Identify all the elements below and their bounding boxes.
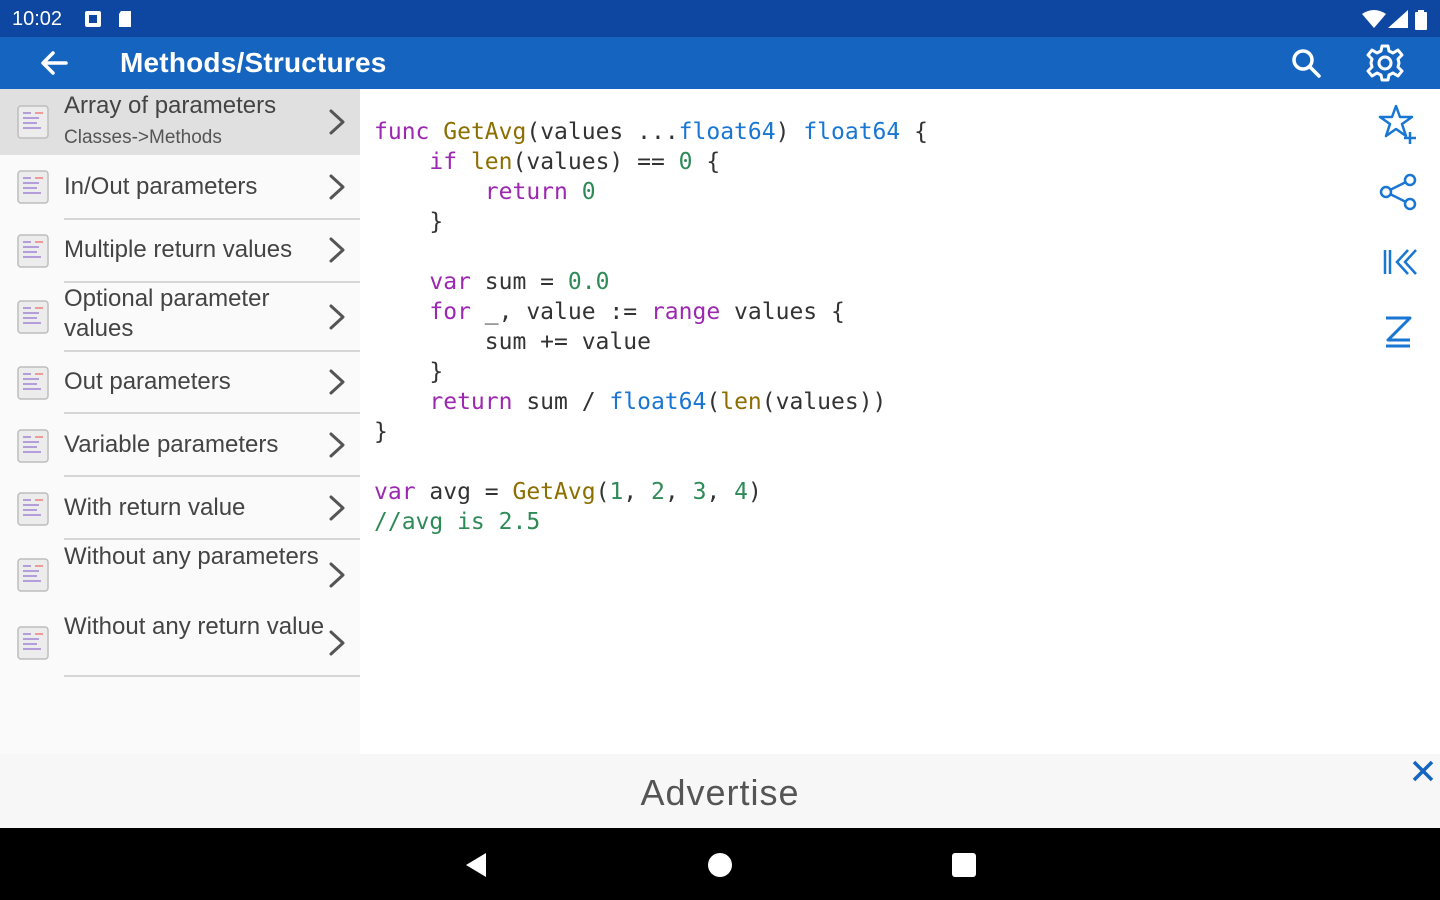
document-icon bbox=[17, 170, 49, 204]
code-line: func GetAvg(values ...float64) float64 { bbox=[374, 119, 928, 145]
code-line: } bbox=[374, 209, 444, 235]
document-icon bbox=[17, 234, 49, 268]
code-line: var sum = 0.0 bbox=[429, 269, 610, 295]
list-item-label: Array of parameters bbox=[64, 92, 277, 119]
topic-list: Array of parameters Classes->Methods In/Ou… bbox=[0, 89, 360, 754]
code-line: //avg is 2.5 bbox=[374, 509, 541, 535]
nav-recents-icon[interactable] bbox=[949, 850, 979, 880]
list-item-label: Out parameters bbox=[64, 368, 231, 395]
document-icon bbox=[17, 366, 49, 400]
document-icon bbox=[17, 429, 49, 463]
chevron-right-icon bbox=[329, 432, 345, 458]
chevron-right-icon bbox=[329, 109, 345, 135]
status-time: 10:02 bbox=[12, 8, 63, 30]
search-icon[interactable] bbox=[1288, 45, 1324, 81]
document-icon bbox=[17, 558, 49, 592]
list-item-label: Without any return value bbox=[64, 613, 325, 640]
list-item-label: In/Out parameters bbox=[64, 173, 258, 200]
document-icon bbox=[17, 300, 49, 334]
list-item[interactable]: Optional parameter values bbox=[0, 282, 360, 352]
arrow-left-icon[interactable] bbox=[36, 46, 72, 80]
list-item-label: Optional parameter values bbox=[64, 285, 270, 342]
nav-home-icon[interactable] bbox=[705, 850, 735, 880]
chevron-right-icon bbox=[329, 630, 345, 656]
chevron-right-icon bbox=[329, 562, 345, 588]
battery-icon bbox=[1415, 10, 1427, 30]
list-item-label: Variable parameters bbox=[64, 431, 279, 458]
document-icon bbox=[17, 105, 49, 139]
list-item-label: With return value bbox=[64, 494, 246, 521]
list-item[interactable]: Without any parameters bbox=[0, 540, 360, 610]
status-bar: 10:02 bbox=[0, 0, 1440, 37]
code-line: var avg = GetAvg(1, 2, 3, 4) bbox=[374, 479, 762, 505]
navigation-bar bbox=[0, 828, 1440, 900]
chevron-right-icon bbox=[329, 304, 345, 330]
sd-card-icon bbox=[119, 11, 131, 27]
code-line: for _, value := range values { bbox=[429, 299, 845, 325]
star-add-icon[interactable] bbox=[1376, 102, 1420, 146]
list-item[interactable]: Variable parameters bbox=[0, 414, 360, 477]
share-icon[interactable] bbox=[1376, 170, 1420, 214]
wifi-icon bbox=[1362, 10, 1386, 28]
list-item[interactable]: Array of parameters Classes->Methods bbox=[0, 89, 360, 155]
ad-text: Advertise bbox=[640, 772, 800, 813]
list-item-label: Without any parameters bbox=[64, 543, 319, 570]
code-block: func GetAvg(values ...float64) float64 {… bbox=[374, 117, 928, 537]
close-icon[interactable] bbox=[1410, 758, 1436, 784]
app-bar: Methods/Structures bbox=[0, 37, 1440, 89]
signal-icon bbox=[1388, 10, 1408, 28]
divider bbox=[64, 675, 360, 677]
first-page-icon[interactable] bbox=[1376, 240, 1420, 284]
chevron-right-icon bbox=[329, 174, 345, 200]
code-line: return sum / float64(len(values)) bbox=[429, 389, 887, 415]
code-line: } bbox=[374, 419, 388, 445]
code-line: return 0 bbox=[484, 179, 596, 205]
list-item[interactable]: Without any return value bbox=[0, 610, 360, 676]
list-item[interactable]: In/Out parameters bbox=[0, 155, 360, 219]
sum-icon[interactable] bbox=[1376, 308, 1420, 352]
chevron-right-icon bbox=[329, 495, 345, 521]
code-line: sum += value bbox=[374, 329, 651, 355]
gear-icon[interactable] bbox=[1364, 42, 1406, 84]
page-title: Methods/Structures bbox=[120, 47, 387, 78]
document-icon bbox=[17, 626, 49, 660]
chevron-right-icon bbox=[329, 369, 345, 395]
notification-icon bbox=[85, 11, 101, 27]
list-item-subtitle: Classes->Methods bbox=[64, 127, 222, 148]
code-line: if len(values) == 0 { bbox=[429, 149, 721, 175]
nav-back-icon[interactable] bbox=[462, 850, 492, 880]
chevron-right-icon bbox=[329, 237, 345, 263]
list-item[interactable]: With return value bbox=[0, 477, 360, 540]
list-item[interactable]: Out parameters bbox=[0, 352, 360, 414]
document-icon bbox=[17, 492, 49, 526]
code-line: } bbox=[374, 359, 444, 385]
code-viewer: func GetAvg(values ...float64) float64 {… bbox=[360, 89, 1360, 754]
ad-banner[interactable]: Advertise bbox=[0, 754, 1440, 828]
list-item[interactable]: Multiple return values bbox=[0, 219, 360, 282]
list-item-label: Multiple return values bbox=[64, 236, 293, 263]
